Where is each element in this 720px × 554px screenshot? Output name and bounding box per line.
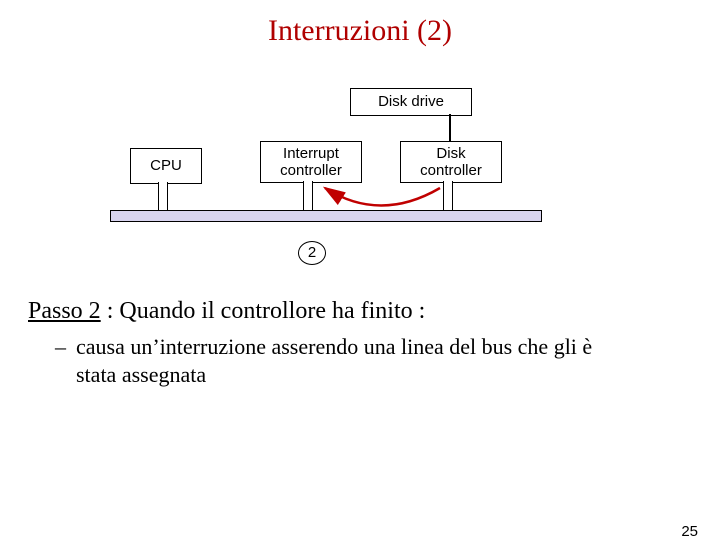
- bullet-1: – causa un’interruzione asserendo una li…: [55, 333, 720, 388]
- step-heading-prefix: Passo 2: [28, 298, 101, 324]
- step-number-label: 2: [308, 244, 316, 261]
- arrow-step2-icon: [0, 48, 720, 278]
- step-heading-rest: : Quando il controllore ha finito :: [101, 298, 426, 324]
- step-number-badge: 2: [298, 241, 326, 265]
- slide-number: 25: [681, 523, 698, 540]
- bullet-dash-icon: –: [55, 333, 66, 388]
- diagram-area: Disk drive CPU Interrupt controller Disk…: [0, 48, 720, 278]
- bullet-1-text: causa un’interruzione asserendo una line…: [76, 333, 636, 388]
- step-heading: Passo 2 : Quando il controllore ha finit…: [28, 298, 720, 325]
- slide-title: Interruzioni (2): [0, 14, 720, 48]
